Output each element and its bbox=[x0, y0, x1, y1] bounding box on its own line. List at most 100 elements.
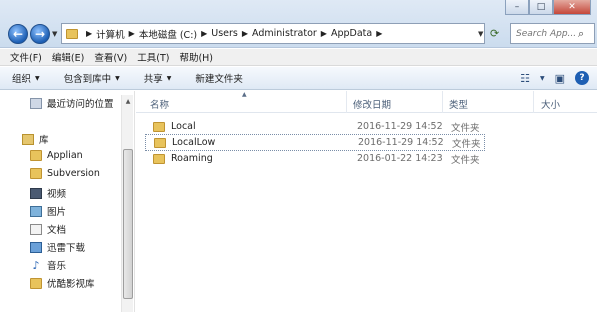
minimize-button[interactable]: – bbox=[505, 0, 529, 15]
picture-library-icon bbox=[30, 205, 42, 217]
breadcrumb-local-disk[interactable]: 本地磁盘 (C:) bbox=[139, 27, 197, 41]
command-bar: 组织 ▼ 包含到库中 ▼ 共享 ▼ 新建文件夹 ☷ ▼ ▣ ? bbox=[0, 67, 597, 90]
chevron-down-icon: ▼ bbox=[115, 74, 120, 82]
sidebar-item-videos[interactable]: 视频 bbox=[30, 186, 66, 200]
sidebar-item-label: 库 bbox=[39, 135, 49, 146]
sidebar-item-label: 优酷影视库 bbox=[47, 279, 95, 290]
share-button[interactable]: 共享 ▼ bbox=[144, 71, 172, 85]
organize-button[interactable]: 组织 ▼ bbox=[12, 71, 40, 85]
include-library-label: 包含到库中 bbox=[63, 74, 112, 85]
window-controls: – □ ✕ bbox=[505, 0, 591, 15]
sidebar-item-library[interactable]: 库 bbox=[22, 132, 49, 146]
document-library-icon bbox=[30, 223, 42, 235]
chevron-down-icon: ▼ bbox=[166, 74, 172, 82]
video-library-icon bbox=[30, 187, 42, 199]
maximize-button[interactable]: □ bbox=[529, 0, 553, 15]
chevron-right-icon[interactable]: ▶ bbox=[86, 29, 92, 38]
search-input[interactable] bbox=[516, 28, 576, 39]
column-header-modified[interactable]: 修改日期 bbox=[353, 97, 391, 111]
column-divider[interactable] bbox=[533, 91, 534, 113]
menu-edit[interactable]: 编辑(E) bbox=[52, 50, 84, 64]
chevron-right-icon[interactable]: ▶ bbox=[129, 29, 135, 38]
close-button[interactable]: ✕ bbox=[553, 0, 591, 15]
include-in-library-button[interactable]: 包含到库中 ▼ bbox=[64, 71, 120, 85]
scrollbar-thumb[interactable] bbox=[123, 149, 133, 299]
chevron-right-icon[interactable]: ▶ bbox=[376, 29, 382, 38]
sidebar-item-label: Subversion bbox=[47, 168, 100, 179]
file-type: 文件夹 bbox=[452, 138, 481, 150]
file-modified: 2016-01-22 14:23 bbox=[357, 153, 443, 164]
sidebar-item-label: 文档 bbox=[47, 225, 67, 236]
column-header-row: ▲ 名称 修改日期 类型 大小 bbox=[136, 91, 597, 113]
refresh-icon[interactable]: ⟳ bbox=[490, 27, 499, 40]
forward-button[interactable]: → bbox=[30, 24, 50, 44]
sidebar-item-label: 迅雷下载 bbox=[47, 243, 86, 254]
file-list-pane: ▲ 名称 修改日期 类型 大小 Local 2016-11-29 14:52 文… bbox=[136, 91, 597, 312]
sidebar-item-label: 视频 bbox=[47, 189, 67, 200]
menu-view[interactable]: 查看(V) bbox=[94, 50, 127, 64]
sidebar-item-label: 图片 bbox=[47, 207, 67, 218]
file-type: 文件夹 bbox=[451, 154, 480, 166]
sidebar-item-youku-library[interactable]: 优酷影视库 bbox=[30, 276, 95, 290]
breadcrumb-users[interactable]: Users bbox=[211, 28, 238, 39]
help-icon[interactable]: ? bbox=[575, 71, 589, 85]
column-divider[interactable] bbox=[442, 91, 443, 113]
preview-pane-icon[interactable]: ▣ bbox=[555, 72, 565, 85]
menu-help[interactable]: 帮助(H) bbox=[179, 50, 213, 64]
sidebar-item-applian[interactable]: Applian bbox=[30, 150, 83, 161]
folder-icon bbox=[154, 137, 166, 148]
file-name: Local bbox=[171, 121, 196, 132]
menu-tools[interactable]: 工具(T) bbox=[137, 50, 169, 64]
column-header-type[interactable]: 类型 bbox=[449, 97, 468, 111]
sidebar-item-downloads[interactable]: 迅雷下载 bbox=[30, 240, 85, 254]
sidebar-item-pictures[interactable]: 图片 bbox=[30, 204, 66, 218]
music-icon: ♪ bbox=[32, 258, 40, 272]
sidebar-item-label: 音乐 bbox=[47, 261, 67, 272]
new-folder-label: 新建文件夹 bbox=[195, 74, 243, 85]
breadcrumb-appdata[interactable]: AppData bbox=[331, 28, 372, 39]
chevron-right-icon[interactable]: ▶ bbox=[242, 29, 248, 38]
chevron-down-icon[interactable]: ▼ bbox=[540, 75, 545, 82]
address-bar[interactable]: ▶ 计算机 ▶ 本地磁盘 (C:) ▶ Users ▶ Administrato… bbox=[61, 23, 485, 44]
search-icon[interactable]: ⌕ bbox=[578, 27, 584, 41]
title-bar: – □ ✕ ← → ▼ ▶ 计算机 ▶ 本地磁盘 (C:) ▶ Users ▶ … bbox=[0, 0, 597, 48]
folder-icon bbox=[30, 277, 42, 289]
sidebar-item-label: Applian bbox=[47, 150, 83, 161]
breadcrumb-computer[interactable]: 计算机 bbox=[96, 27, 125, 41]
share-label: 共享 bbox=[143, 74, 163, 85]
view-options-icon[interactable]: ☷ bbox=[520, 72, 530, 85]
file-row[interactable]: Local 2016-11-29 14:52 文件夹 bbox=[145, 118, 485, 135]
file-modified: 2016-11-29 14:52 bbox=[358, 137, 444, 148]
chevron-right-icon[interactable]: ▶ bbox=[201, 29, 207, 38]
menu-file[interactable]: 文件(F) bbox=[10, 50, 42, 64]
sidebar-item-subversion[interactable]: Subversion bbox=[30, 168, 100, 179]
column-header-size[interactable]: 大小 bbox=[541, 97, 560, 111]
search-box[interactable]: ⌕ bbox=[510, 23, 595, 44]
library-icon bbox=[22, 133, 34, 145]
column-divider[interactable] bbox=[346, 91, 347, 113]
new-folder-button[interactable]: 新建文件夹 bbox=[195, 71, 243, 85]
folder-icon bbox=[66, 28, 78, 39]
file-modified: 2016-11-29 14:52 bbox=[357, 121, 443, 132]
sidebar-item-recent-places[interactable]: 最近访问的位置 bbox=[30, 96, 114, 110]
recent-places-icon bbox=[30, 97, 42, 109]
file-row[interactable]: LocalLow 2016-11-29 14:52 文件夹 bbox=[145, 134, 485, 151]
chevron-right-icon[interactable]: ▶ bbox=[321, 29, 327, 38]
folder-icon bbox=[153, 121, 165, 132]
column-header-name[interactable]: 名称 bbox=[150, 97, 169, 111]
recent-pages-dropdown-icon[interactable]: ▼ bbox=[52, 30, 57, 38]
breadcrumb-administrator[interactable]: Administrator bbox=[252, 28, 317, 39]
sidebar-item-documents[interactable]: 文档 bbox=[30, 222, 66, 236]
address-dropdown-icon[interactable]: ▼ bbox=[478, 30, 483, 38]
chevron-down-icon: ▼ bbox=[35, 74, 40, 82]
file-row[interactable]: Roaming 2016-01-22 14:23 文件夹 bbox=[145, 150, 485, 167]
download-icon bbox=[30, 241, 42, 253]
file-type: 文件夹 bbox=[451, 122, 480, 134]
organize-label: 组织 bbox=[12, 74, 32, 85]
sidebar-scrollbar[interactable]: ▲ bbox=[121, 95, 133, 312]
scroll-up-icon[interactable]: ▲ bbox=[122, 95, 134, 107]
sidebar-item-music[interactable]: ♪ 音乐 bbox=[30, 258, 67, 273]
back-button[interactable]: ← bbox=[8, 24, 28, 44]
folder-icon bbox=[30, 168, 42, 179]
sidebar-item-label: 最近访问的位置 bbox=[47, 99, 114, 110]
